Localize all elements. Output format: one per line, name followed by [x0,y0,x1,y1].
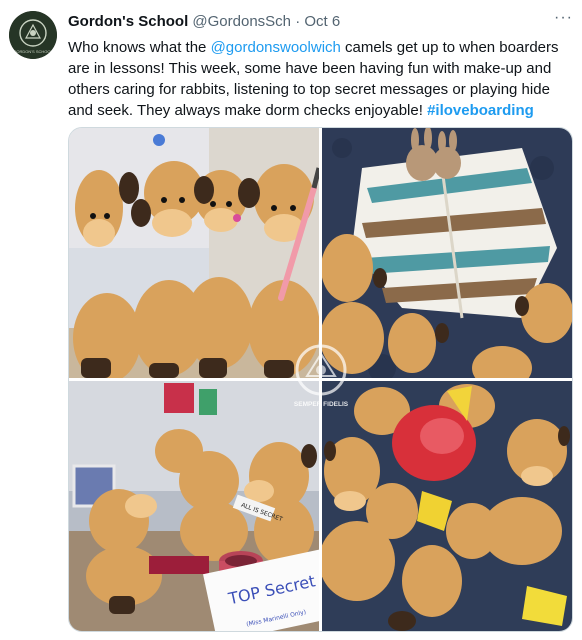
avatar[interactable]: GORDON'S SCHOOL [9,11,57,59]
hashtag-link[interactable]: #iloveboarding [427,102,534,119]
photo-camels-rabbits[interactable] [322,128,572,378]
tweet-card[interactable]: GORDON'S SCHOOL Gordon's School @Gordons… [0,0,582,640]
photo-camels-hide-and-seek[interactable] [322,381,572,631]
more-options-icon[interactable]: ··· [554,10,574,31]
tweet-text-intro: Who knows what the [68,39,211,56]
tweet-date[interactable]: Oct 6 [304,13,340,30]
tweet-text: Who knows what the @gordonswoolwich came… [68,37,568,121]
mention-link[interactable]: @gordonswoolwich [211,39,341,56]
header-separator: · [295,13,301,30]
author-handle[interactable]: @GordonsSch [192,13,291,30]
photo-camels-top-secret[interactable]: ALL IS SECRET TOP Secret (Miss Marinelli… [69,381,319,631]
author-name[interactable]: Gordon's School [68,13,188,30]
photo-camels-makeup[interactable] [69,128,319,378]
media-grid: ALL IS SECRET TOP Secret (Miss Marinelli… [68,127,573,632]
school-crest-icon: GORDON'S SCHOOL [9,11,57,59]
watermark-crest-icon: SEMPER FIDELIS [294,344,349,408]
tweet-header: Gordon's School @GordonsSch · Oct 6 [68,13,340,31]
avatar-label: GORDON'S SCHOOL [13,49,53,54]
watermark-text: SEMPER FIDELIS [294,401,349,408]
